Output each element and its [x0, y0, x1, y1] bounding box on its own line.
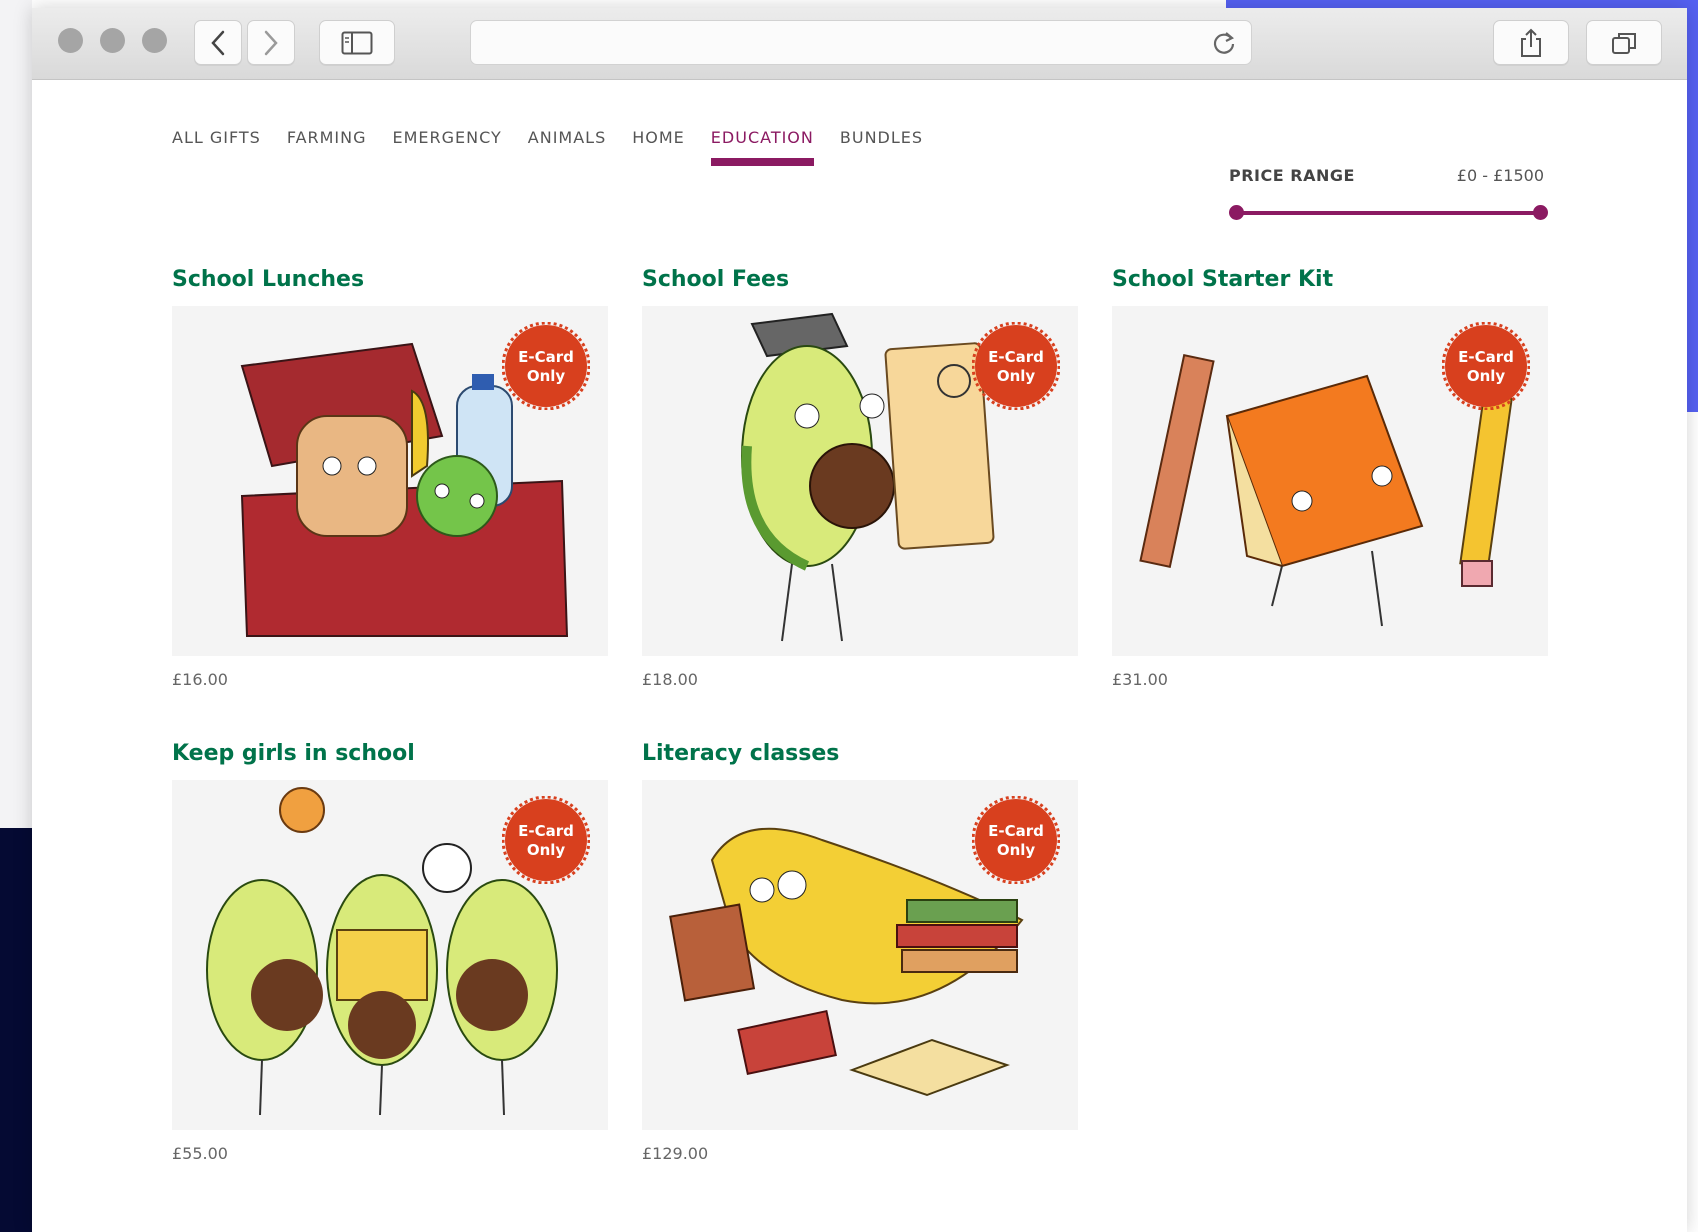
product-image[interactable]: E-Card Only	[642, 306, 1078, 656]
nav-item-education-label: EDUCATION	[710, 128, 814, 147]
product-title[interactable]: Keep girls in school	[172, 740, 608, 780]
product-card-keep-girls-in-school[interactable]: Keep girls in school E-Card Only £55.00	[172, 740, 608, 1163]
price-range-track[interactable]	[1236, 211, 1540, 215]
product-card-literacy-classes[interactable]: Literacy classes E-Card Only £129.00	[642, 740, 1078, 1163]
share-button[interactable]	[1493, 20, 1569, 65]
badge-line1: E-Card	[988, 822, 1044, 840]
forward-button[interactable]	[247, 20, 295, 65]
product-image[interactable]: E-Card Only	[642, 780, 1078, 1130]
nav-item-bundles[interactable]: BUNDLES	[840, 128, 923, 147]
nav-item-emergency[interactable]: EMERGENCY	[393, 128, 502, 147]
nav-item-education[interactable]: EDUCATION	[710, 128, 814, 166]
tabs-icon	[1612, 32, 1636, 54]
price-range-value: £0 - £1500	[1456, 166, 1544, 185]
address-bar[interactable]	[470, 20, 1252, 65]
product-image[interactable]: E-Card Only	[172, 780, 608, 1130]
badge-line1: E-Card	[988, 348, 1044, 366]
share-icon	[1521, 28, 1541, 57]
product-price: £31.00	[1112, 670, 1168, 689]
browser-window: ALL GIFTS FARMING EMERGENCY ANIMALS HOME…	[32, 8, 1687, 1232]
background-panel	[0, 0, 32, 828]
e-card-only-badge: E-Card Only	[501, 795, 591, 885]
back-button[interactable]	[194, 20, 242, 65]
product-price: £16.00	[172, 670, 228, 689]
badge-line2: Only	[526, 367, 566, 385]
badge-line2: Only	[1466, 367, 1506, 385]
e-card-only-badge: E-Card Only	[1441, 321, 1531, 411]
product-title[interactable]: School Starter Kit	[1112, 266, 1548, 306]
close-window-button[interactable]	[58, 28, 83, 53]
product-price: £129.00	[642, 1144, 709, 1163]
product-card-school-lunches[interactable]: School Lunches E-Card Only £16.00	[172, 266, 608, 689]
product-price: £55.00	[172, 1144, 228, 1163]
e-card-only-badge: E-Card Only	[971, 795, 1061, 885]
product-image[interactable]: E-Card Only	[1112, 306, 1548, 656]
sidebar-button[interactable]	[319, 20, 395, 65]
back-icon	[211, 30, 225, 55]
sidebar-icon	[341, 31, 373, 54]
product-title[interactable]: School Lunches	[172, 266, 608, 306]
category-nav: ALL GIFTS FARMING EMERGENCY ANIMALS HOME…	[172, 128, 949, 166]
reload-icon[interactable]	[1211, 30, 1237, 56]
price-range-min-handle[interactable]	[1229, 205, 1244, 220]
badge-line1: E-Card	[518, 348, 574, 366]
badge-line2: Only	[996, 841, 1036, 859]
badge-line2: Only	[996, 367, 1036, 385]
badge-line1: E-Card	[518, 822, 574, 840]
e-card-only-badge: E-Card Only	[501, 321, 591, 411]
nav-item-all-gifts[interactable]: ALL GIFTS	[172, 128, 261, 147]
forward-icon	[264, 30, 278, 55]
zoom-window-button[interactable]	[142, 28, 167, 53]
nav-item-home[interactable]: HOME	[632, 128, 685, 147]
nav-item-farming[interactable]: FARMING	[287, 128, 367, 147]
price-range-max-handle[interactable]	[1533, 205, 1548, 220]
badge-line2: Only	[526, 841, 566, 859]
price-range-label: PRICE RANGE	[1229, 166, 1355, 185]
active-tab-indicator	[710, 158, 814, 166]
product-price: £18.00	[642, 670, 698, 689]
e-card-only-badge: E-Card Only	[971, 321, 1061, 411]
badge-line1: E-Card	[1458, 348, 1514, 366]
product-title[interactable]: School Fees	[642, 266, 1078, 306]
product-title[interactable]: Literacy classes	[642, 740, 1078, 780]
product-card-school-starter-kit[interactable]: School Starter Kit E-Card Only £31.00	[1112, 266, 1548, 689]
nav-item-animals[interactable]: ANIMALS	[528, 128, 606, 147]
tabs-button[interactable]	[1586, 20, 1662, 65]
minimize-window-button[interactable]	[100, 28, 125, 53]
product-image[interactable]: E-Card Only	[172, 306, 608, 656]
product-card-school-fees[interactable]: School Fees E-Card Only £18.00	[642, 266, 1078, 689]
browser-toolbar	[32, 8, 1687, 80]
